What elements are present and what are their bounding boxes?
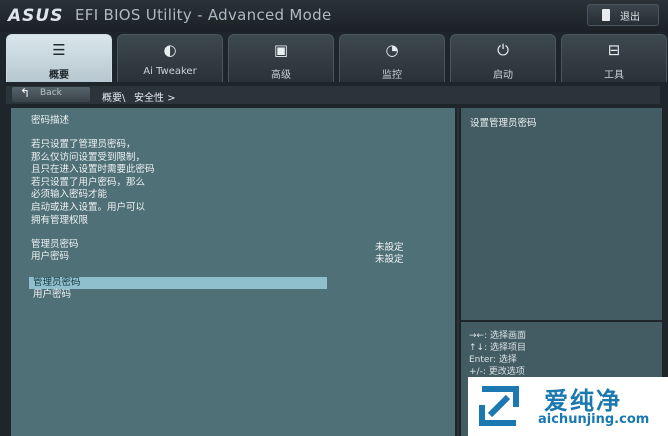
tab-ai-tweaker[interactable]: ◐ Ai Tweaker [117,34,223,82]
back-button[interactable]: ↰ Back [12,86,90,102]
description-line: 那么仅访问设置受到限制， [31,151,146,163]
settings-panel: 密码描述 若只设置了管理员密码， 那么仅访问设置受到限制， 且只在进入设置时需要… [11,108,455,436]
admin-password-item[interactable]: 管理员密码 [29,277,327,289]
watermark-url: aichunjing.com [538,412,650,427]
main-tabs: ☰ 概要 ◐ Ai Tweaker ▣ 高级 ◔ 监控 ⏻ 启动 ⊟ 工具 [6,34,668,84]
user-password-status-value: 未設定 [375,254,404,265]
watermark-brand: 爱纯净 [544,387,622,415]
watermark: 爱纯净 aichunjing.com [468,377,668,436]
app-title: EFI BIOS Utility - Advanced Mode [75,6,332,24]
tab-label: 监控 [382,70,402,81]
tab-tool[interactable]: ⊟ 工具 [561,34,667,82]
tab-overview[interactable]: ☰ 概要 [6,34,112,82]
tweaker-icon: ◐ [163,41,177,59]
description-line: 必须输入密码才能 [31,189,108,201]
section-title: 密码描述 [31,115,70,126]
help-text: 设置管理员密码 [470,118,537,129]
breadcrumb: ↰ Back 概要\ 安全性 > [6,86,660,104]
advanced-icon: ▣ [273,41,289,59]
description-line: 启动或进入设置。用户可以 [31,202,146,213]
description-line: 若只设置了管理员密码， [31,139,136,150]
tab-label: Ai Tweaker [143,66,197,77]
user-password-status-label: 用户密码 [31,251,70,262]
power-icon: ⏻ [497,41,509,59]
panel-divider [457,108,459,436]
list-icon: ☰ [52,41,66,59]
key-hint: +/-: 更改选项 [469,367,525,377]
tab-boot[interactable]: ⏻ 启动 [450,34,556,82]
admin-password-status-label: 管理员密码 [31,239,79,250]
description-line: 若只设置了用户密码，那么 [31,176,146,188]
tab-label: 高级 [271,70,291,81]
title-bar: ASUS EFI BIOS Utility - Advanced Mode 退出 [0,0,668,32]
exit-door-icon [602,9,610,21]
breadcrumb-security: 安全性 > [134,93,176,104]
tab-advanced[interactable]: ▣ 高级 [228,34,334,82]
description-line: 拥有管理权限 [31,214,89,226]
tab-label: 启动 [493,70,513,81]
asus-logo: ASUS [8,6,64,26]
user-password-item[interactable]: 用户密码 [29,289,327,301]
back-arrow-icon: ↰ [20,86,31,100]
breadcrumb-overview[interactable]: 概要\ [102,89,125,104]
exit-button[interactable]: 退出 [587,4,659,26]
tab-monitor[interactable]: ◔ 监控 [339,34,445,82]
tab-label: 概要 [49,70,69,81]
back-label: Back [40,88,62,98]
watermark-logo-icon [479,386,519,426]
tab-label: 工具 [604,70,624,81]
help-panel: 设置管理员密码 [461,108,662,320]
exit-label: 退出 [620,12,640,23]
tool-icon: ⊟ [607,41,621,59]
monitor-icon: ◔ [385,41,399,59]
description-line: 且只在进入设置时需要此密码 [31,164,155,176]
